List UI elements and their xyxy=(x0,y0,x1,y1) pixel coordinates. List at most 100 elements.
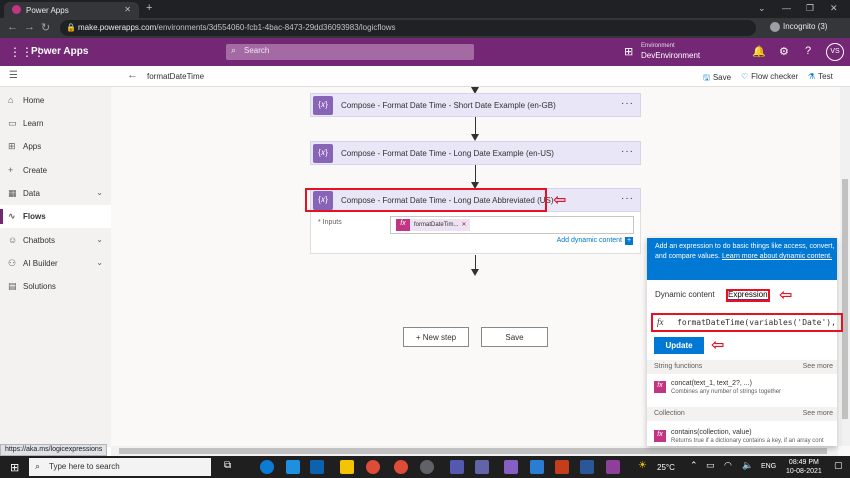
browser-tab[interactable]: Power Apps ✕ xyxy=(4,2,139,18)
app-icon[interactable] xyxy=(606,460,620,474)
book-icon: ▭ xyxy=(8,118,17,128)
temperature[interactable]: 25°C xyxy=(657,463,675,472)
function-item[interactable]: fx contains(collection, value) Returns t… xyxy=(654,428,837,446)
volume-icon[interactable]: 🔈 xyxy=(742,460,756,474)
help-icon[interactable]: ? xyxy=(805,45,811,57)
save-button[interactable]: Save xyxy=(481,327,548,347)
network-icon[interactable]: ▭ xyxy=(706,460,720,474)
flow-checker-button[interactable]: ♡ Flow checker xyxy=(741,72,798,81)
sidebar-item-create[interactable]: + Create xyxy=(0,159,111,182)
notification-center-icon[interactable]: ▢ xyxy=(834,460,848,474)
word-icon[interactable] xyxy=(580,460,594,474)
notifications-icon[interactable]: 🔔 xyxy=(752,45,766,58)
function-item[interactable]: fx concat(text_1, text_2?, ...) Combines… xyxy=(654,379,837,401)
sidebar-item-apps[interactable]: ⊞ Apps xyxy=(0,135,111,158)
sidebar-item-home[interactable]: ⌂ Home xyxy=(0,89,111,112)
sidebar-item-learn[interactable]: ▭ Learn xyxy=(0,112,111,135)
see-more-link[interactable]: See more xyxy=(803,363,833,370)
function-description: Combines any number of strings together xyxy=(671,389,782,395)
tray-chevron-icon[interactable]: ⌃ xyxy=(690,460,704,474)
update-button[interactable]: Update xyxy=(654,337,704,354)
token-label: formatDateTim... xyxy=(414,222,459,228)
avatar[interactable]: VS xyxy=(826,43,844,61)
sidebar-item-solutions[interactable]: ▤ Solutions xyxy=(0,275,111,298)
tab-dynamic-content[interactable]: Dynamic content xyxy=(655,290,715,299)
windows-start-icon[interactable]: ⊞ xyxy=(10,461,19,474)
tab-title: Power Apps xyxy=(26,6,69,15)
expression-token[interactable]: fx formatDateTim... ✕ xyxy=(396,219,471,231)
more-options-icon[interactable]: ··· xyxy=(621,98,634,109)
edge-icon[interactable] xyxy=(260,460,274,474)
url-field[interactable]: 🔒 make.powerapps.com/environments/3d5540… xyxy=(60,20,756,36)
reload-icon[interactable]: ↻ xyxy=(41,21,50,34)
sidebar-item-label: Chatbots xyxy=(23,236,56,245)
new-step-button[interactable]: + New step xyxy=(403,327,469,347)
app-name[interactable]: Power Apps xyxy=(31,46,88,57)
sidebar-item-chatbots[interactable]: ☺ Chatbots ⌄ xyxy=(0,229,111,252)
chevron-down-icon: ⌄ xyxy=(96,188,103,197)
new-tab-icon[interactable]: + xyxy=(146,2,152,14)
chrome-icon[interactable] xyxy=(394,460,408,474)
remove-token-icon[interactable]: ✕ xyxy=(461,222,466,228)
compose-step-card[interactable]: {𝑥} Compose - Format Date Time - Short D… xyxy=(310,93,641,117)
search-input[interactable]: ⌕ Search xyxy=(226,44,474,60)
sidebar-item-label: Create xyxy=(23,166,48,175)
incognito-indicator[interactable]: Incognito (3) xyxy=(770,22,827,32)
test-button[interactable]: ⚗ Test xyxy=(808,72,833,81)
taskbar-clock[interactable]: 08:49 PM 10-08-2021 xyxy=(786,458,822,476)
see-more-link[interactable]: See more xyxy=(803,410,833,417)
file-explorer-icon[interactable] xyxy=(340,460,354,474)
function-icon: fx xyxy=(654,430,666,442)
back-arrow-icon[interactable]: ← xyxy=(127,69,138,81)
task-view-icon[interactable]: ⧉ xyxy=(224,460,238,474)
more-options-icon[interactable]: ··· xyxy=(621,146,634,157)
step-title[interactable]: Compose - Format Date Time - Short Date … xyxy=(341,101,556,110)
teams-icon[interactable] xyxy=(450,460,464,474)
teams-icon[interactable] xyxy=(475,460,489,474)
visual-studio-icon[interactable] xyxy=(504,460,518,474)
step-title[interactable]: Compose - Format Date Time - Long Date E… xyxy=(341,149,554,158)
app-header: ⋮⋮⋮ Power Apps ⌕ Search ⊞ Environment De… xyxy=(0,38,850,66)
chrome-incognito-icon[interactable] xyxy=(420,460,434,474)
powerapps-favicon-icon xyxy=(12,5,21,14)
inputs-field[interactable]: fx formatDateTim... ✕ xyxy=(390,216,634,234)
close-window-icon[interactable]: ✕ xyxy=(830,3,838,14)
forward-icon[interactable]: → xyxy=(24,21,35,33)
back-icon[interactable]: ← xyxy=(7,21,18,33)
wifi-icon[interactable]: ◠ xyxy=(724,460,738,474)
language-indicator[interactable]: ENG xyxy=(761,463,776,470)
annotation-arrow-icon: ⇦ xyxy=(779,287,793,304)
save-toolbar-button[interactable]: 🖫 Save xyxy=(703,72,731,86)
sidebar-item-flows[interactable]: ∿ Flows xyxy=(0,205,111,228)
annotation-highlight-box xyxy=(305,188,547,212)
vertical-scrollbar[interactable] xyxy=(840,87,850,446)
powerpoint-icon[interactable] xyxy=(555,460,569,474)
add-dynamic-content-link[interactable]: Add dynamic content + xyxy=(557,237,633,245)
compose-step-card[interactable]: {𝑥} Compose - Format Date Time - Long Da… xyxy=(310,141,641,165)
sidebar-item-ai-builder[interactable]: ⚇ AI Builder ⌄ xyxy=(0,252,111,275)
hamburger-menu-icon[interactable]: ☰ xyxy=(9,70,18,81)
plus-icon: + xyxy=(8,165,14,175)
tab-search-icon[interactable]: ⌄ xyxy=(758,3,766,14)
environment-name[interactable]: DevEnvironment xyxy=(641,51,700,60)
taskbar-search-input[interactable]: ⌕ Type here to search xyxy=(29,458,211,476)
settings-gear-icon[interactable]: ⚙ xyxy=(779,45,789,58)
minimize-icon[interactable]: — xyxy=(782,3,791,13)
store-icon[interactable] xyxy=(286,460,300,474)
flow-toolbar: ☰ ← formatDateTime 🖫 Save ♡ Flow checker ⚗… xyxy=(0,66,850,87)
sidebar-item-data[interactable]: ▦ Data ⌄ xyxy=(0,182,111,205)
close-tab-icon[interactable]: ✕ xyxy=(124,5,131,14)
weather-sun-icon[interactable]: ☀ xyxy=(638,460,652,474)
outlook-icon[interactable] xyxy=(310,460,324,474)
more-options-icon[interactable]: ··· xyxy=(621,193,634,204)
chrome-icon[interactable] xyxy=(366,460,380,474)
annotation-highlight-box xyxy=(726,289,770,302)
collection-functions-header: Collection See more xyxy=(647,407,837,421)
incognito-icon xyxy=(770,22,780,32)
word-icon[interactable] xyxy=(530,460,544,474)
scrollbar-thumb[interactable] xyxy=(842,179,848,419)
learn-more-link[interactable]: Learn more about dynamic content. xyxy=(722,253,832,260)
scrollbar-thumb[interactable] xyxy=(119,448,827,454)
restore-icon[interactable]: ❐ xyxy=(806,3,814,14)
horizontal-scrollbar[interactable] xyxy=(111,446,838,456)
